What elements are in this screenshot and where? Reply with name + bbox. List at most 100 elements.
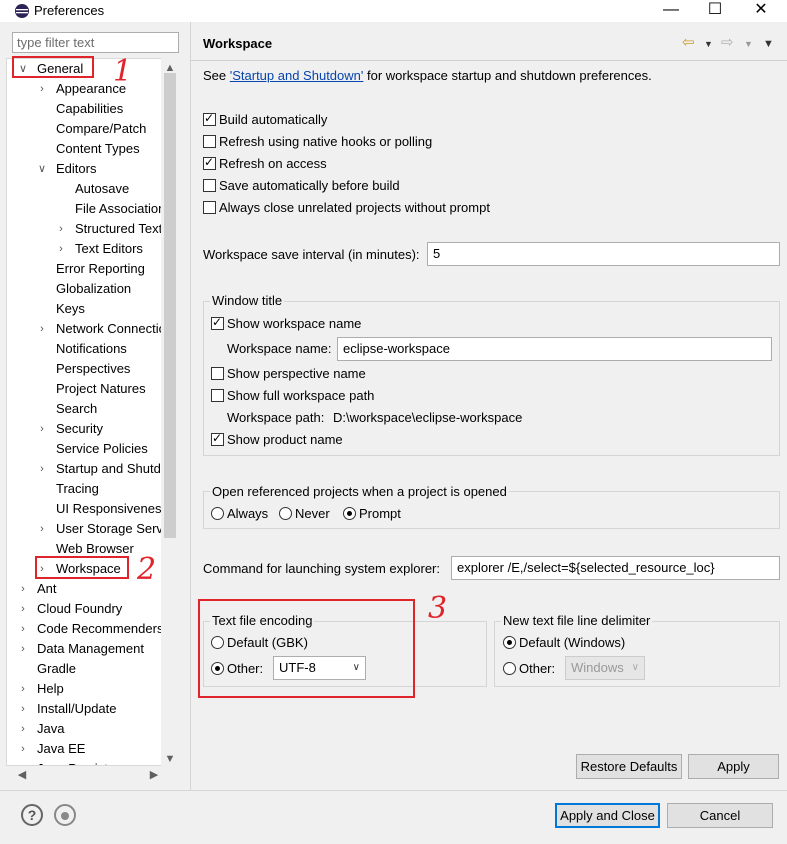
- import-export-icon[interactable]: [54, 804, 76, 826]
- startup-shutdown-link[interactable]: 'Startup and Shutdown': [230, 68, 364, 83]
- save-before-build-label: Save automatically before build: [219, 178, 400, 193]
- default-windows-radio[interactable]: [503, 636, 516, 649]
- open-referenced-group-label: Open referenced projects when a project …: [210, 484, 509, 500]
- tree-item-label: UI Responsiveness: [56, 501, 168, 516]
- tree-item-label: Java: [37, 721, 65, 736]
- back-arrow-icon[interactable]: ⇦: [682, 33, 695, 51]
- tree-item-label: Globalization: [56, 281, 132, 296]
- chevron-right-icon[interactable]: ›: [36, 419, 48, 439]
- cancel-button[interactable]: Cancel: [667, 803, 773, 828]
- maximize-button[interactable]: ☐: [700, 0, 730, 22]
- tree-item-label: Data Management: [37, 641, 144, 656]
- chevron-right-icon[interactable]: ›: [17, 739, 29, 759]
- show-perspective-checkbox[interactable]: [211, 367, 224, 380]
- save-before-build-checkbox[interactable]: [203, 179, 216, 192]
- tree-item-label: Code Recommenders: [37, 621, 164, 636]
- help-icon[interactable]: ?: [21, 804, 43, 826]
- build-automatically-label: Build automatically: [219, 112, 328, 127]
- tree-item-label: Install/Update: [37, 701, 117, 716]
- chevron-right-icon[interactable]: ›: [55, 239, 67, 259]
- tree-item-label: Service Policies: [56, 441, 148, 456]
- apply-button[interactable]: Apply: [688, 754, 779, 779]
- workspace-path-value: D:\workspace\eclipse-workspace: [333, 410, 523, 425]
- refresh-access-checkbox[interactable]: [203, 155, 216, 170]
- refresh-access-label: Refresh on access: [219, 156, 327, 171]
- refresh-native-checkbox[interactable]: [203, 135, 216, 148]
- show-workspace-name-checkbox[interactable]: [211, 315, 224, 330]
- show-product-name-label: Show product name: [227, 432, 343, 447]
- chevron-down-icon[interactable]: ∨: [36, 159, 48, 179]
- chevron-right-icon[interactable]: ›: [17, 619, 29, 639]
- tree-item-label: Ant: [37, 581, 57, 596]
- filter-input[interactable]: [12, 32, 179, 53]
- tree-item-label: Capabilities: [56, 101, 124, 116]
- always-label: Always: [227, 506, 269, 521]
- back-dropdown-icon[interactable]: ▼: [704, 39, 713, 49]
- workspace-name-input[interactable]: eclipse-workspace: [337, 337, 772, 361]
- close-button[interactable]: ✕: [746, 0, 776, 22]
- tree-item-label: Keys: [56, 301, 85, 316]
- chevron-right-icon[interactable]: ›: [36, 79, 48, 99]
- preferences-tree: ∨ General › Appearance Capabilities Compare/P…: [6, 58, 178, 766]
- save-interval-input[interactable]: 5: [427, 242, 780, 266]
- refresh-native-label: Refresh using native hooks or polling: [219, 134, 433, 149]
- tree-scroll-thumb[interactable]: [164, 73, 176, 538]
- never-label: Never: [295, 506, 330, 521]
- close-unrelated-label: Always close unrelated projects without …: [219, 200, 490, 215]
- chevron-right-icon[interactable]: ›: [55, 219, 67, 239]
- annotation-number-three: 3: [428, 591, 448, 626]
- chevron-right-icon[interactable]: ›: [17, 579, 29, 599]
- chevron-right-icon[interactable]: ›: [17, 599, 29, 619]
- prompt-label: Prompt: [359, 506, 401, 521]
- tree-item-label: Help: [37, 681, 64, 696]
- scroll-left-arrow-icon[interactable]: ◀: [14, 767, 30, 783]
- show-full-path-checkbox[interactable]: [211, 389, 224, 402]
- chevron-right-icon[interactable]: ›: [17, 679, 29, 699]
- chevron-right-icon[interactable]: ›: [17, 699, 29, 719]
- tree-item-label: Gradle: [37, 661, 77, 676]
- workspace-name-label: Workspace name:: [227, 341, 332, 356]
- minimize-button[interactable]: —: [656, 0, 686, 22]
- delimiter-other-label: Other:: [519, 661, 556, 676]
- forward-dropdown-icon[interactable]: ▼: [744, 39, 753, 49]
- tree-item-label: Project Natures: [56, 381, 146, 396]
- chevron-right-icon[interactable]: ›: [17, 759, 29, 765]
- tree-item-label: Content Types: [56, 141, 140, 156]
- chevron-right-icon[interactable]: ›: [17, 719, 29, 739]
- chevron-right-icon[interactable]: ›: [36, 319, 48, 339]
- save-interval-label: Workspace save interval (in minutes):: [203, 247, 420, 262]
- scroll-right-arrow-icon[interactable]: ▶: [146, 767, 162, 783]
- view-menu-icon[interactable]: ▼: [763, 38, 774, 50]
- show-workspace-name-label: Show workspace name: [227, 316, 362, 331]
- chevron-right-icon[interactable]: ›: [36, 459, 48, 479]
- default-windows-label: Default (Windows): [519, 635, 626, 650]
- annotation-box-workspace: [35, 556, 129, 579]
- scroll-down-arrow-icon[interactable]: ▼: [162, 751, 178, 767]
- tree-item-label: Text Editors: [75, 241, 143, 256]
- tree-item-label: Cloud Foundry: [37, 601, 123, 616]
- tree-item-label: Java EE: [37, 741, 86, 756]
- annotation-box-general: [12, 56, 94, 78]
- apply-and-close-button[interactable]: Apply and Close: [555, 803, 660, 828]
- workspace-path-label: Workspace path:: [227, 410, 325, 425]
- show-product-name-checkbox[interactable]: [211, 431, 224, 446]
- delimiter-select[interactable]: Windows ∨: [565, 656, 645, 680]
- eclipse-app-icon: [15, 4, 29, 18]
- close-unrelated-checkbox[interactable]: [203, 201, 216, 214]
- chevron-right-icon[interactable]: ›: [36, 519, 48, 539]
- build-automatically-checkbox[interactable]: [203, 111, 216, 126]
- explorer-command-label: Command for launching system explorer:: [203, 561, 440, 576]
- delimiter-other-radio[interactable]: [503, 662, 516, 675]
- prompt-radio[interactable]: [343, 507, 356, 520]
- restore-defaults-button[interactable]: Restore Defaults: [576, 754, 682, 779]
- explorer-command-input[interactable]: explorer /E,/select=${selected_resource_…: [451, 556, 780, 580]
- tree-item-label: Compare/Patch: [56, 121, 147, 136]
- always-radio[interactable]: [211, 507, 224, 520]
- forward-arrow-icon[interactable]: ⇨: [721, 33, 734, 51]
- tree-item-label: Perspectives: [56, 361, 131, 376]
- delimiter-select-value: Windows: [571, 660, 624, 675]
- tree-item-label: Error Reporting: [56, 261, 145, 276]
- window-title: Preferences: [34, 3, 105, 18]
- never-radio[interactable]: [279, 507, 292, 520]
- chevron-right-icon[interactable]: ›: [17, 639, 29, 659]
